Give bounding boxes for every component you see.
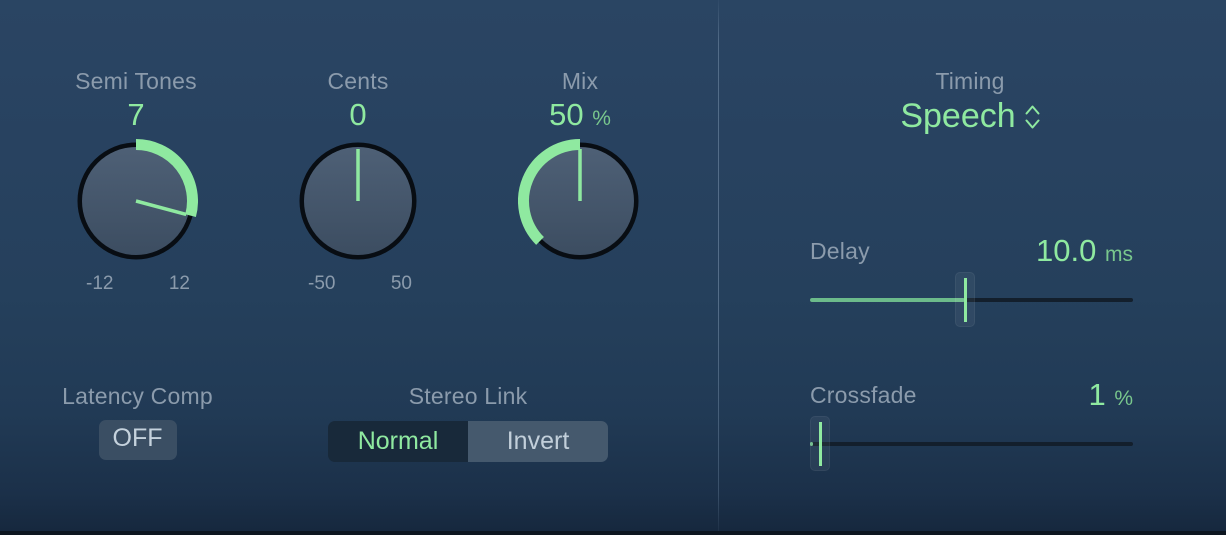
- latency-comp-label: Latency Comp: [62, 383, 213, 409]
- latency-comp-toggle[interactable]: OFF: [98, 420, 177, 460]
- delay-value-number: 10.0: [1036, 233, 1097, 268]
- knob-group-cents: Cents 0 -50 50: [296, 68, 420, 295]
- delay-slider-handle[interactable]: [955, 272, 976, 327]
- semi-tones-label: Semi Tones: [75, 68, 197, 94]
- panel-divider: [718, 0, 719, 531]
- stereo-link-label: Stereo Link: [408, 383, 528, 409]
- mix-value-unit: %: [592, 107, 611, 130]
- mix-label: Mix: [561, 68, 599, 94]
- semi-tones-knob[interactable]: [74, 139, 198, 263]
- timing-group: Timing Speech: [790, 68, 1150, 136]
- cents-label: Cents: [327, 68, 389, 94]
- mix-knob-dial[interactable]: [518, 139, 642, 263]
- crossfade-slider-header: Crossfade 1 %: [810, 377, 1133, 416]
- mix-knob[interactable]: [518, 139, 642, 263]
- semi-tones-knob-dial[interactable]: [74, 139, 198, 263]
- pitch-shifter-plugin-panel: Semi Tones 7 -12 12 Cents 0 -50 50 Mix 5…: [0, 0, 1226, 535]
- chevron-up-down-icon[interactable]: [1025, 105, 1040, 129]
- crossfade-value-number: 1: [1088, 377, 1106, 412]
- mix-ticks: [518, 273, 642, 295]
- crossfade-slider-group: Crossfade 1 %: [810, 377, 1133, 471]
- crossfade-value: 1 %: [1088, 377, 1133, 413]
- timing-value[interactable]: Speech: [900, 97, 1015, 136]
- stereo-link-group: Stereo Link Normal Invert: [328, 383, 608, 462]
- knob-group-semi-tones: Semi Tones 7 -12 12: [74, 68, 198, 295]
- semi-tones-tick-min: -12: [86, 273, 114, 294]
- delay-slider-group: Delay 10.0 ms: [810, 233, 1133, 327]
- cents-knob[interactable]: [296, 139, 420, 263]
- crossfade-slider[interactable]: [810, 416, 1133, 471]
- semi-tones-ticks: -12 12: [74, 273, 198, 295]
- delay-slider-header: Delay 10.0 ms: [810, 233, 1133, 272]
- delay-label: Delay: [810, 238, 870, 264]
- stereo-link-segmented-control[interactable]: Normal Invert: [328, 421, 608, 462]
- cents-knob-dial[interactable]: [296, 139, 420, 263]
- delay-slider[interactable]: [810, 272, 1133, 327]
- cents-tick-max: 50: [390, 273, 412, 294]
- semi-tones-value: 7: [127, 97, 145, 132]
- knob-group-mix: Mix 50 %: [518, 68, 642, 295]
- timing-label: Timing: [935, 68, 1005, 94]
- cents-ticks: -50 50: [296, 273, 420, 295]
- mix-value-number: 50: [549, 97, 584, 132]
- crossfade-slider-track[interactable]: [810, 442, 1133, 446]
- delay-value: 10.0 ms: [1036, 233, 1133, 269]
- stereo-link-option-invert[interactable]: Invert: [468, 421, 608, 462]
- semi-tones-tick-max: 12: [168, 273, 190, 294]
- timing-selector[interactable]: Speech: [790, 97, 1150, 136]
- stereo-link-option-normal[interactable]: Normal: [328, 421, 468, 462]
- cents-tick-min: -50: [308, 273, 336, 294]
- delay-value-unit: ms: [1105, 243, 1133, 266]
- mix-value: 50 %: [518, 97, 642, 133]
- cents-value: 0: [349, 97, 367, 132]
- crossfade-value-unit: %: [1114, 387, 1133, 410]
- delay-slider-fill: [810, 298, 966, 302]
- latency-comp-group: Latency Comp OFF: [35, 383, 240, 460]
- crossfade-slider-handle[interactable]: [810, 416, 830, 471]
- crossfade-label: Crossfade: [810, 382, 917, 408]
